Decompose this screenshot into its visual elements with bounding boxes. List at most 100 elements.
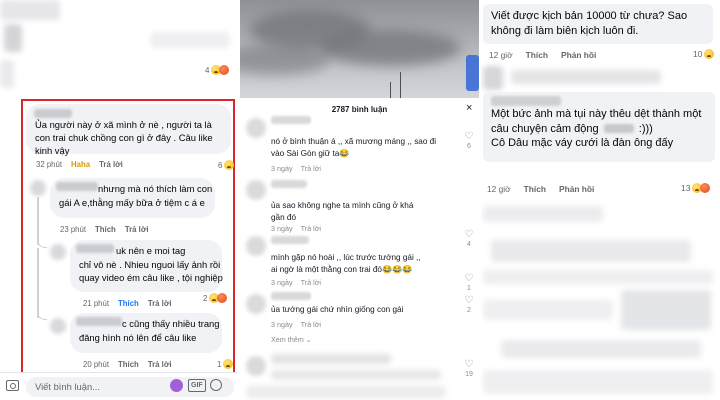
timestamp: 3 ngày [271,224,293,233]
comment-text: ủa sao không nghe ta mình cũng ở khá gần… [271,200,413,224]
like-link[interactable]: Thích [524,184,546,194]
blurred-name [271,236,309,244]
blurred-region [483,66,503,90]
view-more-replies[interactable]: Xem thêm ⌄ [271,335,312,344]
reply-link[interactable]: Phản hồi [559,184,594,194]
comment-text: Ủa người này ở xã mình ở nè , người ta l… [35,118,230,157]
heart-icon[interactable]: ♡ [463,274,475,284]
reply-link[interactable]: Phản hồi [561,50,596,60]
comment-line: quay video ém câu like , tội nghiệp [79,272,223,283]
reaction-summary[interactable]: 10 [693,49,715,59]
comment-line: uk nên e moi tag [116,245,186,256]
video-background [240,0,479,98]
blurred-name [491,96,561,106]
comment-count-title: 2787 bình luận [331,105,388,114]
side-tag [466,55,479,91]
blurred-name [76,317,122,326]
comment-line: Viết được kịch bản 10000 từ chưa? Sao [491,10,688,22]
reaction-summary[interactable]: 1 [217,359,234,369]
gif-button[interactable]: GIF [188,379,206,392]
comment-bubble: Một bức ảnh mà tụi này thêu dệt thành mộ… [483,92,715,162]
reply-link[interactable]: Trả lời [301,278,321,287]
comment-meta: 23 phút Thích Trả lời [60,225,149,234]
reaction-count: 10 [693,49,703,59]
comment-bubble: nhưng mà nó thích làm con gái A e,thằng … [50,178,215,218]
blurred-region [483,270,713,284]
blurred-region [491,240,691,262]
like-link[interactable]: Thích [526,50,548,60]
reply-link[interactable]: Trả lời [301,320,321,329]
avatar[interactable] [30,180,46,196]
comment-line: nhưng mà nó thích làm con [98,183,213,194]
blurred-region [621,290,711,330]
heart-icon[interactable]: ♡ [463,296,475,306]
comment-bubble: uk nên e moi tag chỉ vô nè . Nhieu nguoi… [70,240,223,292]
close-icon[interactable]: × [466,102,472,114]
blurred-region [0,0,60,20]
tiktok-comments-panel: 2787 bình luận × nó ở bình thuận á ,, xã… [240,0,479,400]
heart-icon[interactable]: ♡ [463,230,475,240]
like-link[interactable]: Thích [118,299,139,308]
comment-text: nó ở bình thuận á ,, xã mương máng ,, sa… [271,136,436,160]
reply-link[interactable]: Trả lời [301,224,321,233]
comment-line: ủa tướng gái chứ nhìn giống con gái [271,305,404,314]
reaction-summary[interactable]: 6 [218,160,235,170]
reply-link[interactable]: Trả lời [148,299,172,308]
camera-icon[interactable] [6,380,19,391]
comment-line: Một bức ảnh mà tụi này thêu dệt thành mộ… [491,108,702,120]
comment-line: mình gặp nó hoài ,, lúc trước tướng gái … [271,253,421,262]
blurred-name [34,109,72,118]
comment-line: đăng hình nó lên để câu like [79,332,197,343]
heart-icon[interactable]: ♡ [463,132,475,142]
avatar[interactable] [246,236,266,256]
like-link[interactable]: Thích [118,360,139,369]
blurred-name [271,180,307,188]
comment-input-placeholder: Viết bình luận... [35,381,100,392]
avatar[interactable] [50,318,66,334]
timestamp: 21 phút [83,299,110,308]
comment-text: mình gặp nó hoài ,, lúc trước tướng gái … [271,252,421,276]
like-count: 1 [467,285,471,292]
reply-link[interactable]: Trả lời [125,225,149,234]
comment-meta: 21 phút Thích Trả lời [83,299,172,308]
comment-meta: 3 ngày Trả lời [271,224,321,233]
blurred-region [501,340,701,358]
blurred-name [271,116,311,124]
reaction-summary[interactable]: 13 [681,183,711,193]
comment-line: nó ở bình thuận á ,, xã mương máng ,, sa… [271,137,437,146]
reply-link[interactable]: Trả lời [148,360,172,369]
blurred-region [150,32,230,48]
comment-meta: 20 phút Thích Trả lời [83,360,172,369]
comment-composer: Viết bình luận... GIF [0,372,238,400]
reaction-summary[interactable]: 4 [205,65,230,75]
comment-line: gần đó [271,213,297,222]
reaction-count: 13 [681,183,691,193]
like-count: 19 [465,371,473,378]
avatar[interactable] [246,294,266,314]
comment-line: vào Sài Gòn giữ ta😂 [271,149,350,158]
blurred-region [483,300,613,320]
avatar[interactable] [50,244,66,260]
avatar-sticker-icon[interactable] [170,379,183,392]
avatar[interactable] [246,118,266,138]
sad-emoji-icon [223,359,234,369]
reaction-summary[interactable]: 2 [203,293,228,303]
like-link[interactable]: Thích [95,225,116,234]
comment-line: câu chuyện cảm động :))) [491,122,713,137]
reaction-label[interactable]: Haha [71,160,90,169]
reply-link[interactable]: Trả lời [301,164,321,173]
emoji-icon[interactable] [210,379,222,391]
comment-meta: 3 ngày Trả lời [271,278,321,287]
comment-meta: 32 phút Haha Trả lời [36,160,123,169]
reply-link[interactable]: Trả lời [99,160,123,169]
blurred-region [4,24,22,52]
avatar[interactable] [246,180,266,200]
reaction-count: 1 [217,359,222,369]
comment-meta: 12 giờ Thích Phản hồi [489,50,596,60]
comment-line: kinh vậy [35,145,70,156]
comment-line: chỉ vô nè . Nhieu nguoi lấy ảnh rồi [79,259,221,270]
timestamp: 12 giờ [489,50,513,60]
heart-icon[interactable]: ♡ [463,360,475,370]
reaction-count: 6 [218,160,223,170]
avatar[interactable] [246,356,266,376]
